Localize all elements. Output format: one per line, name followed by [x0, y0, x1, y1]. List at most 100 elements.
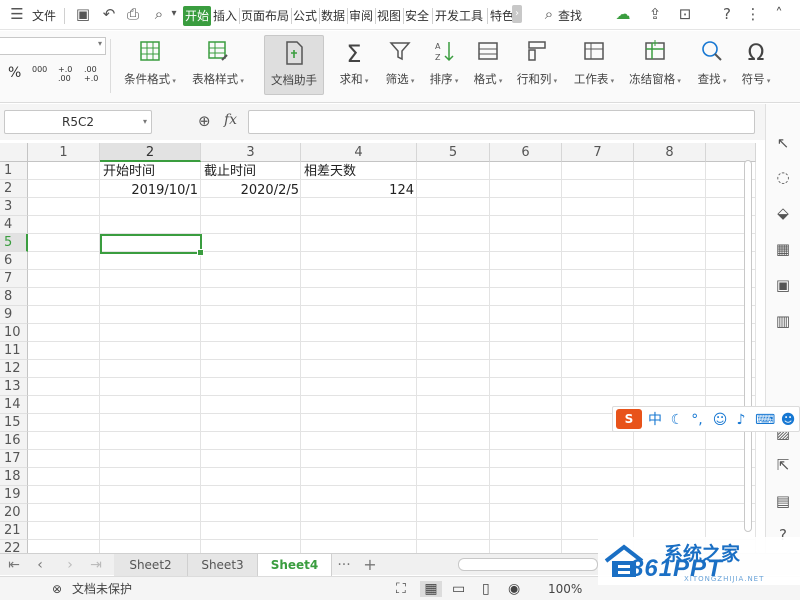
column-header-2[interactable]: 2: [100, 143, 201, 162]
symbol-button[interactable]: Ω 符号: [736, 35, 776, 95]
sort-button[interactable]: AZ 排序: [424, 35, 464, 95]
cell-r1c4[interactable]: 相差天数: [301, 163, 416, 181]
keyboard-icon[interactable]: ⌨: [755, 410, 775, 430]
row-header-20[interactable]: 20: [0, 504, 28, 522]
tab-scroll-right-icon[interactable]: ›: [512, 5, 522, 23]
row-header-21[interactable]: 21: [0, 522, 28, 540]
row-header-6[interactable]: 6: [0, 252, 28, 270]
tab-page-layout[interactable]: 页面布局: [241, 6, 289, 26]
undo-icon[interactable]: ↶: [100, 5, 118, 23]
row-header-8[interactable]: 8: [0, 288, 28, 306]
cloud-sync-icon[interactable]: ☁: [614, 5, 632, 23]
row-header-7[interactable]: 7: [0, 270, 28, 288]
cell-r2c3[interactable]: 2020/2/5: [201, 182, 302, 200]
row-header-13[interactable]: 13: [0, 378, 28, 396]
row-header-15[interactable]: 15: [0, 414, 28, 432]
share-icon[interactable]: ⇪: [646, 5, 664, 23]
tab-data[interactable]: 数据: [321, 6, 345, 26]
tab-view[interactable]: 视图: [377, 6, 401, 26]
prev-sheet-icon[interactable]: ‹: [32, 556, 48, 574]
cell-r1c2[interactable]: 开始时间: [100, 163, 201, 181]
thousands-button[interactable]: 000: [32, 65, 47, 74]
sheet-tab-sheet4[interactable]: Sheet4: [258, 554, 332, 576]
select-all-corner[interactable]: [0, 143, 28, 162]
decrease-decimal-button[interactable]: .00 +.0: [84, 65, 106, 83]
freeze-panes-button[interactable]: 冻结窗格: [624, 35, 686, 95]
tab-home[interactable]: 开始: [183, 6, 212, 26]
chevron-down-icon[interactable]: ▾: [165, 5, 183, 23]
column-header-7[interactable]: 7: [562, 143, 634, 162]
row-header-1[interactable]: 1: [0, 162, 28, 180]
zoom-formula-icon[interactable]: ⊕: [198, 112, 211, 130]
more-icon[interactable]: ⋮: [744, 5, 762, 23]
name-box[interactable]: R5C2 ▾: [4, 110, 152, 134]
filter-button[interactable]: 筛选: [380, 35, 420, 95]
protection-status[interactable]: 文档未保护: [72, 581, 132, 597]
page-layout-view-icon[interactable]: ▯: [482, 581, 490, 597]
more-sheets-button[interactable]: ···: [336, 556, 352, 574]
search-label[interactable]: 查找: [558, 6, 582, 26]
column-header-1[interactable]: 1: [28, 143, 100, 162]
cell-r2c4[interactable]: 124: [301, 182, 417, 200]
spreadsheet-grid[interactable]: 12345678 1 2 3 4 5 6 7 8 9 10 11 12 13 14 15 16 17 18 19 20…: [0, 143, 756, 553]
user-icon[interactable]: ☻: [779, 410, 797, 430]
tab-security[interactable]: 安全: [405, 6, 429, 26]
ime-mode[interactable]: 中: [647, 410, 663, 430]
fx-button[interactable]: fx: [224, 112, 237, 128]
row-header-19[interactable]: 19: [0, 486, 28, 504]
punctuation-icon[interactable]: °,: [689, 410, 705, 430]
find-button[interactable]: 查找: [692, 35, 732, 95]
row-header-9[interactable]: 9: [0, 306, 28, 324]
row-header-2[interactable]: 2: [0, 180, 28, 198]
grid-apps-icon[interactable]: ▣: [772, 274, 794, 296]
tab-developer[interactable]: 开发工具: [435, 6, 483, 26]
percent-button[interactable]: %: [8, 65, 21, 81]
first-sheet-icon[interactable]: ⇤: [6, 556, 22, 574]
vertical-scroll-thumb[interactable]: [744, 160, 752, 532]
column-header-3[interactable]: 3: [201, 143, 301, 162]
horizontal-scrollbar[interactable]: [458, 558, 598, 571]
bar-chart-icon[interactable]: ▥: [772, 310, 794, 332]
tab-insert[interactable]: 插入: [213, 6, 237, 26]
export-icon[interactable]: ⇱: [772, 454, 794, 476]
collaborate-icon[interactable]: ⊡: [676, 5, 694, 23]
ime-logo-icon[interactable]: S: [616, 409, 642, 429]
increase-decimal-button[interactable]: +.0 .00: [58, 65, 80, 83]
row-header-16[interactable]: 16: [0, 432, 28, 450]
cell-r2c2[interactable]: 2019/10/1: [100, 182, 201, 200]
sheet-tab-sheet3[interactable]: Sheet3: [188, 554, 258, 576]
tab-formulas[interactable]: 公式: [293, 6, 317, 26]
emoji-icon[interactable]: ☺: [711, 410, 729, 430]
number-format-select[interactable]: ▾: [0, 37, 106, 55]
normal-view-icon[interactable]: ▦: [420, 581, 442, 597]
row-header-5[interactable]: 5: [0, 234, 28, 252]
select-pointer-icon[interactable]: ↖: [772, 132, 794, 154]
shapes-icon[interactable]: ◌: [772, 166, 794, 188]
page-break-view-icon[interactable]: ▭: [452, 581, 465, 597]
vertical-scrollbar[interactable]: [742, 160, 754, 532]
help-icon[interactable]: ?: [718, 5, 736, 23]
row-header-10[interactable]: 10: [0, 324, 28, 342]
row-header-12[interactable]: 12: [0, 360, 28, 378]
cell-r1c3[interactable]: 截止时间: [201, 163, 302, 181]
sheet-tab-sheet2[interactable]: Sheet2: [114, 554, 188, 576]
add-sheet-button[interactable]: +: [362, 556, 378, 574]
fullscreen-icon[interactable]: ⛶: [396, 581, 406, 597]
microphone-icon[interactable]: ♪: [733, 410, 749, 430]
column-header-4[interactable]: 4: [301, 143, 417, 162]
zoom-level[interactable]: 100%: [548, 581, 582, 597]
moon-icon[interactable]: ☾: [669, 410, 685, 430]
menu-file[interactable]: 文件: [32, 6, 56, 26]
row-header-22[interactable]: 22: [0, 540, 28, 553]
worksheet-button[interactable]: 工作表: [568, 35, 620, 95]
row-header-17[interactable]: 17: [0, 450, 28, 468]
picture-icon[interactable]: ▤: [772, 490, 794, 512]
table-icon[interactable]: ▦: [772, 238, 794, 260]
conditional-format-button[interactable]: 条件格式: [118, 35, 182, 95]
fill-bucket-icon[interactable]: ⬙: [772, 202, 794, 224]
column-header-5[interactable]: 5: [417, 143, 490, 162]
tab-review[interactable]: 审阅: [349, 6, 373, 26]
column-header-6[interactable]: 6: [490, 143, 562, 162]
row-header-18[interactable]: 18: [0, 468, 28, 486]
row-header-11[interactable]: 11: [0, 342, 28, 360]
